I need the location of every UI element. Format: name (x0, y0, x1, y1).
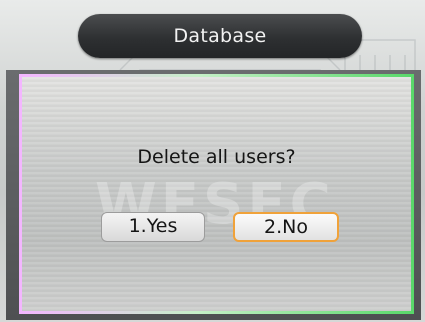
device-screen: Database WESEC Delete all users? 1.Yes 2… (0, 0, 425, 322)
title-bar: Database (78, 14, 362, 58)
no-button[interactable]: 2.No (233, 212, 339, 242)
page-title: Database (173, 25, 267, 47)
yes-button-label: 1.Yes (128, 215, 178, 237)
no-button-label: 2.No (264, 216, 308, 238)
dialog-message: Delete all users? (137, 146, 296, 168)
yes-button[interactable]: 1.Yes (101, 212, 205, 242)
